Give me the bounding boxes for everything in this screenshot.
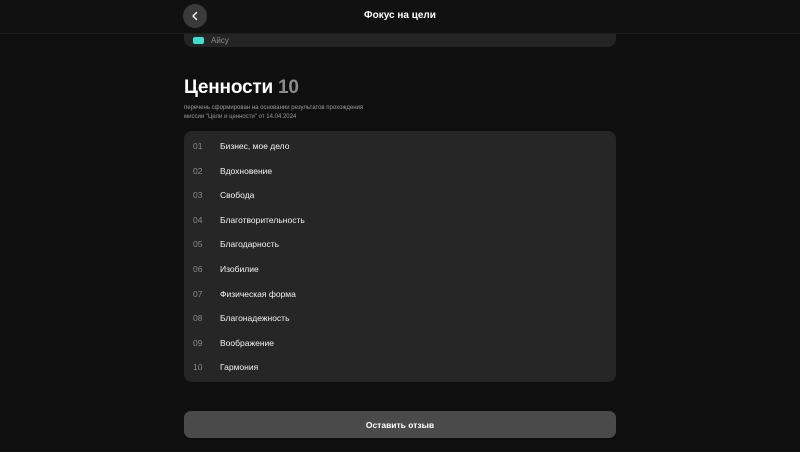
value-number: 06 — [193, 264, 203, 274]
value-number: 01 — [193, 141, 203, 151]
value-label: Гармония — [220, 362, 259, 373]
list-item: 08 Благонадежность — [184, 306, 616, 330]
values-note: перечень сформирован на основании резуль… — [184, 105, 364, 120]
list-item: 05 Благодарность — [184, 232, 616, 256]
value-number: 10 — [193, 362, 203, 373]
value-number: 03 — [193, 190, 203, 201]
values-count: 10 — [278, 77, 299, 98]
list-item: 04 Благотворительность — [184, 208, 616, 232]
list-item: 01 Бизнес, мое дело — [184, 134, 616, 158]
value-label: Благонадежность — [220, 313, 290, 324]
previous-card-label: Айсу — [211, 36, 229, 45]
value-label: Воображение — [220, 337, 275, 348]
values-heading: Ценности 10 — [184, 77, 299, 99]
color-chip — [193, 37, 204, 44]
list-item: 06 Изобилие — [184, 257, 616, 281]
top-bar: Фокус на цели — [0, 0, 800, 34]
page-title: Фокус на цели — [364, 10, 436, 21]
values-list: 01 Бизнес, мое дело 02 Вдохновение 03 Свобода… — [184, 131, 616, 382]
value-number: 04 — [193, 214, 203, 225]
value-number: 08 — [193, 313, 203, 324]
value-number: 02 — [193, 165, 203, 176]
feedback-button[interactable]: Оставить отзыв — [184, 411, 616, 438]
value-label: Благодарность — [220, 239, 280, 250]
value-label: Физическая форма — [220, 288, 296, 299]
value-label: Свобода — [220, 190, 255, 201]
list-item: 02 Вдохновение — [184, 159, 616, 183]
values-title: Ценности — [184, 77, 273, 98]
value-number: 09 — [193, 337, 203, 348]
list-item: 09 Воображение — [184, 331, 616, 355]
list-item: 07 Физическая форма — [184, 282, 616, 306]
value-label: Изобилие — [220, 264, 259, 274]
list-item: 10 Гармония — [184, 355, 616, 379]
value-number: 05 — [193, 239, 203, 250]
list-item: 03 Свобода — [184, 183, 616, 207]
value-number: 07 — [193, 288, 203, 299]
value-label: Вдохновение — [220, 165, 273, 176]
value-label: Бизнес, мое дело — [220, 141, 290, 151]
value-label: Благотворительность — [220, 214, 305, 225]
